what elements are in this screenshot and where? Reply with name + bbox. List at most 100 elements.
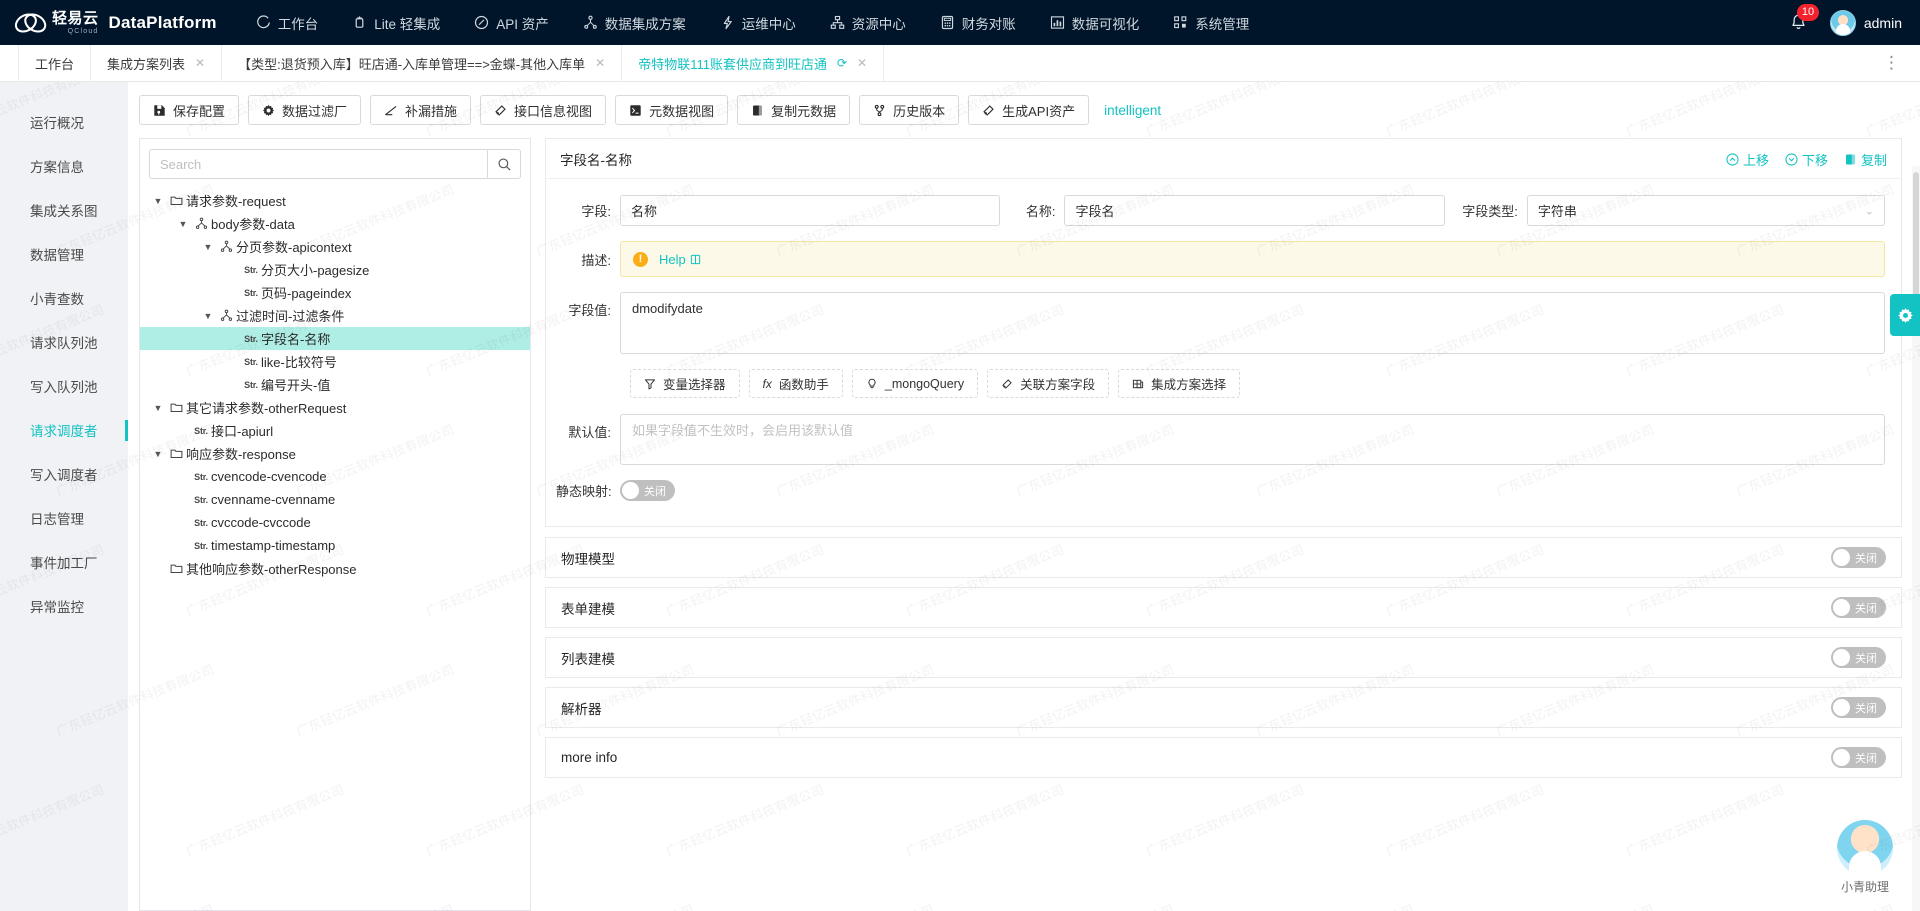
tab-overflow-menu-icon[interactable]: ⋮ — [1865, 45, 1920, 81]
move-up-button[interactable]: 上移 — [1726, 150, 1769, 169]
tree-node[interactable]: Str. timestamp-timestamp — [140, 534, 530, 557]
form-modeling-toggle[interactable]: 关闭 — [1831, 597, 1886, 618]
list-modeling-toggle[interactable]: 关闭 — [1831, 647, 1886, 668]
tree-node[interactable]: Str. 字段名-名称 — [140, 327, 530, 350]
copy-metadata-button[interactable]: 复制元数据 — [737, 95, 851, 125]
generate-api-asset-button[interactable]: 生成API资产 — [968, 95, 1090, 125]
tree-node[interactable]: ▼ 请求参数-request — [140, 189, 530, 212]
补漏措施-button[interactable]: 补漏措施 — [370, 95, 472, 125]
function-helper-chip[interactable]: fx 函数助手 — [748, 369, 843, 398]
section-physical-model[interactable]: 物理模型 关闭 — [545, 537, 1902, 578]
move-down-button[interactable]: 下移 — [1785, 150, 1828, 169]
parameter-tree[interactable]: ▼ 请求参数-request ▼ body参数-data ▼ 分页参数-apicontex… — [140, 189, 530, 910]
toggle-state-label: 关闭 — [1855, 752, 1877, 765]
physical-model-toggle[interactable]: 关闭 — [1831, 547, 1886, 568]
name-input[interactable] — [1064, 195, 1445, 226]
variable-selector-chip[interactable]: 变量选择器 — [630, 369, 740, 398]
more-info-toggle[interactable]: 关闭 — [1831, 747, 1886, 768]
settings-float-button[interactable] — [1890, 294, 1920, 336]
tree-node[interactable]: 其他响应参数-otherResponse — [140, 557, 530, 580]
search-button[interactable] — [487, 149, 521, 179]
parser-toggle[interactable]: 关闭 — [1831, 697, 1886, 718]
nav-item-system-admin[interactable]: 系统管理 — [1156, 0, 1266, 45]
nav-item-data-integration[interactable]: 数据集成方案 — [566, 0, 703, 45]
chevron-down-icon[interactable]: ▼ — [200, 311, 216, 321]
tab-workbench[interactable]: 工作台 — [18, 45, 92, 81]
page-scrollbar[interactable] — [1912, 166, 1920, 911]
nav-item-finance[interactable]: 财务对账 — [923, 0, 1033, 45]
sidebar-item-request-scheduler[interactable]: 请求调度者 — [0, 408, 128, 452]
tab-reload-icon[interactable]: ⟳ — [837, 56, 847, 70]
chevron-down-icon[interactable]: ▼ — [150, 196, 166, 206]
tree-node[interactable]: Str. 编号开头-值 — [140, 373, 530, 396]
tree-node[interactable]: Str. 接口-apiurl — [140, 419, 530, 442]
nav-item-ops-center[interactable]: 运维中心 — [703, 0, 813, 45]
sidebar-item-write-scheduler[interactable]: 写入调度者 — [0, 452, 128, 496]
search-input[interactable] — [149, 149, 487, 179]
chevron-down-icon[interactable]: ▼ — [200, 242, 216, 252]
sidebar-item-xiaoqing-query[interactable]: 小青查数 — [0, 276, 128, 320]
tab-close-icon[interactable]: ✕ — [857, 56, 867, 70]
field-value-textarea[interactable] — [620, 292, 1885, 354]
history-version-button[interactable]: 历史版本 — [859, 95, 960, 125]
section-parser[interactable]: 解析器 关闭 — [545, 687, 1902, 728]
sidebar-item-exception-monitor[interactable]: 异常监控 — [0, 584, 128, 628]
notifications-button[interactable]: 10 — [1789, 4, 1820, 32]
tree-node[interactable]: ▼ 响应参数-response — [140, 442, 530, 465]
chevron-down-icon[interactable]: ▼ — [175, 219, 191, 229]
tree-node[interactable]: Str. cvenname-cvenname — [140, 488, 530, 511]
integration-solution-select-chip[interactable]: 集成方案选择 — [1118, 369, 1241, 398]
section-more-info[interactable]: more info 关闭 — [545, 737, 1902, 778]
tree-node[interactable]: ▼ 分页参数-apicontext — [140, 235, 530, 258]
tree-node[interactable]: ▼ 其它请求参数-otherRequest — [140, 396, 530, 419]
tree-node[interactable]: Str. like-比较符号 — [140, 350, 530, 373]
mongo-query-chip[interactable]: _mongoQuery — [851, 369, 979, 398]
nav-item-lite[interactable]: Lite 轻集成 — [335, 0, 457, 45]
field-input[interactable] — [620, 195, 1001, 226]
api-info-view-button[interactable]: 接口信息视图 — [480, 95, 607, 125]
intelligent-link[interactable]: intelligent — [1104, 103, 1161, 118]
static-mapping-toggle[interactable]: 关闭 — [620, 480, 675, 501]
nav-item-visualization[interactable]: 数据可视化 — [1033, 0, 1157, 45]
help-link[interactable]: Help — [659, 252, 701, 267]
tree-node[interactable]: Str. 页码-pageindex — [140, 281, 530, 304]
assistant-widget[interactable]: 小青助理 — [1828, 820, 1902, 895]
chevron-down-icon[interactable]: ▼ — [150, 449, 166, 459]
tree-node[interactable]: Str. 分页大小-pagesize — [140, 258, 530, 281]
sidebar-item-request-queue[interactable]: 请求队列池 — [0, 320, 128, 364]
tree-node[interactable]: Str. cvccode-cvccode — [140, 511, 530, 534]
metadata-view-button[interactable]: 元数据视图 — [615, 95, 729, 125]
tab-close-icon[interactable]: ✕ — [595, 56, 605, 70]
tree-node[interactable]: ▼ 过滤时间-过滤条件 — [140, 304, 530, 327]
tree-node[interactable]: Str. cvencode-cvencode — [140, 465, 530, 488]
sidebar-item-relation-graph[interactable]: 集成关系图 — [0, 188, 128, 232]
tab-close-icon[interactable]: ✕ — [195, 56, 205, 70]
tab-solution-list[interactable]: 集成方案列表 ✕ — [91, 45, 223, 81]
sidebar-item-write-queue[interactable]: 写入队列池 — [0, 364, 128, 408]
nav-item-workbench[interactable]: 工作台 — [239, 0, 336, 45]
copy-field-button[interactable]: 复制 — [1844, 150, 1887, 169]
default-value-textarea[interactable] — [620, 414, 1885, 465]
sidebar-item-solution-info[interactable]: 方案信息 — [0, 144, 128, 188]
sidebar-item-log-management[interactable]: 日志管理 — [0, 496, 128, 540]
nav-item-resource-center[interactable]: 资源中心 — [813, 0, 923, 45]
user-menu[interactable]: admin — [1829, 9, 1902, 36]
chevron-down-icon[interactable]: ▼ — [150, 403, 166, 413]
sidebar-item-event-factory[interactable]: 事件加工厂 — [0, 540, 128, 584]
save-config-button[interactable]: 保存配置 — [139, 95, 240, 125]
sidebar-item-data-management[interactable]: 数据管理 — [0, 232, 128, 276]
tab-inbound-order[interactable]: 【类型:退货预入库】旺店通-入库单管理==>金蝶-其他入库单 ✕ — [222, 45, 623, 81]
related-solution-field-chip[interactable]: 关联方案字段 — [987, 369, 1110, 398]
scrollbar-thumb[interactable] — [1913, 172, 1919, 302]
nav-item-api-assets[interactable]: API 资产 — [457, 0, 566, 45]
field-type-select[interactable] — [1526, 195, 1885, 226]
sidebar-item-overview[interactable]: 运行概况 — [0, 100, 128, 144]
value-helper-chips: 变量选择器 fx 函数助手 _mongoQuery 关联方案字段 集成方案选择 — [630, 369, 1885, 398]
chip-label: 关联方案字段 — [1020, 378, 1096, 392]
section-form-modeling[interactable]: 表单建模 关闭 — [545, 587, 1902, 628]
tab-supplier-sync[interactable]: 帝特物联111账套供应商到旺店通 ⟳ ✕ — [622, 45, 885, 81]
data-filter-button[interactable]: 数据过滤厂 — [248, 95, 362, 125]
sidebar-item-label: 异常监控 — [30, 600, 84, 615]
tree-node[interactable]: ▼ body参数-data — [140, 212, 530, 235]
section-list-modeling[interactable]: 列表建模 关闭 — [545, 637, 1902, 678]
